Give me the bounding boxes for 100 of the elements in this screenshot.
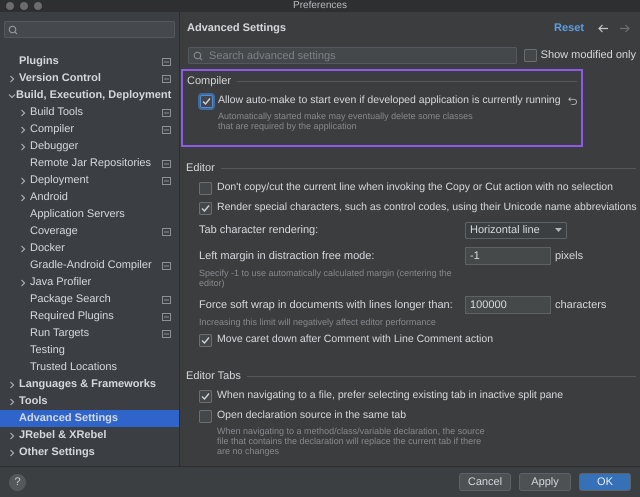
sidebar-item-label: JRebel & XRebel: [19, 428, 106, 444]
sidebar-item-label: Languages & Frameworks: [19, 377, 156, 392]
chevron-right-icon[interactable]: [19, 176, 27, 184]
dialog-button[interactable]: OK: [579, 473, 631, 491]
sidebar-item[interactable]: Run Targets: [0, 325, 179, 342]
chevron-right-icon[interactable]: [8, 380, 16, 388]
sidebar-item-label: Application Servers: [30, 207, 125, 222]
sidebar-item-label: Plugins: [19, 54, 59, 70]
sidebar-item-label: Package Search: [30, 292, 111, 308]
chevron-right-icon[interactable]: [19, 244, 27, 252]
chevron-right-icon[interactable]: [19, 108, 27, 116]
sidebar-item-label: Trusted Locations: [30, 360, 118, 376]
sidebar-item-label: Other Settings: [19, 445, 95, 460]
sidebar-item[interactable]: Required Plugins: [0, 308, 179, 325]
setting-hint: Automatically started make may eventually delete some classes that are required by the application: [218, 111, 474, 131]
sidebar-item[interactable]: Plugins: [0, 53, 179, 70]
sidebar-search-field[interactable]: [4, 21, 175, 38]
unit-label: pixels: [555, 248, 584, 264]
sidebar-item[interactable]: JRebel & XRebel: [0, 427, 179, 444]
chevron-right-icon[interactable]: [8, 432, 16, 440]
sidebar-item-label: Tools: [19, 394, 48, 410]
checkbox[interactable]: [199, 334, 212, 346]
sidebar-item-label: Run Targets: [30, 326, 90, 342]
sidebar-item-label: Remote Jar Repositories: [30, 156, 152, 172]
setting-hint: When navigating to a method/class/variable declaration, the source file that contains the declaration will replace the current tab if there are no changes: [217, 426, 486, 456]
sidebar-item[interactable]: Testing: [0, 342, 179, 359]
checkbox[interactable]: [199, 390, 212, 402]
checkbox[interactable]: [200, 94, 213, 108]
chevron-down-icon[interactable]: [8, 92, 16, 100]
chevron-right-icon[interactable]: [19, 194, 27, 202]
dropdown[interactable]: Horizontal line: [465, 222, 567, 238]
back-arrow-icon[interactable]: [598, 24, 609, 32]
search-icon: [8, 25, 19, 35]
sidebar-item[interactable]: Other Settings: [0, 444, 179, 461]
setting-label: Tab character rendering:: [199, 222, 320, 238]
window-close-button[interactable]: [6, 2, 14, 10]
sidebar-item-label: Android: [30, 190, 68, 206]
checkbox[interactable]: [199, 410, 212, 422]
settings-search-field[interactable]: Search advanced settings: [188, 47, 517, 64]
section-title: Editor: [186, 160, 215, 176]
text-field[interactable]: 100000: [465, 296, 551, 314]
sidebar-item-label: Gradle-Android Compiler: [30, 258, 152, 274]
sidebar-item[interactable]: Coverage: [0, 223, 179, 240]
text-field-value: 100000: [470, 298, 507, 313]
sidebar-item-label: Version Control: [19, 71, 101, 86]
dialog-button[interactable]: Apply: [519, 473, 571, 491]
show-modified-label: Show modified only: [540, 48, 636, 64]
sidebar-item[interactable]: Deployment: [0, 172, 179, 189]
checkmark-icon: [201, 392, 210, 400]
sidebar-item-label: Java Profiler: [30, 275, 92, 290]
setting-label: When navigating to a file, prefer selecting existing tab in inactive split pane: [217, 388, 564, 404]
setting-label: Move caret down after Comment with Line Comment action: [217, 332, 494, 348]
checkbox[interactable]: [199, 182, 212, 194]
sidebar-item[interactable]: Application Servers: [0, 206, 179, 223]
dropdown-value: Horizontal line: [470, 222, 541, 238]
checkbox[interactable]: [524, 49, 537, 62]
window-title: Preferences: [293, 0, 347, 12]
page-title: Advanced Settings: [187, 20, 288, 36]
sidebar-item-label: Build, Execution, Deployment: [16, 88, 172, 104]
chevron-right-icon[interactable]: [8, 448, 16, 456]
chevron-right-icon[interactable]: [8, 398, 16, 406]
sidebar-item[interactable]: Tools: [0, 393, 179, 410]
chevron-right-icon[interactable]: [19, 278, 27, 286]
sidebar-item[interactable]: Docker: [0, 240, 179, 257]
text-field[interactable]: -1: [465, 247, 551, 265]
section-title: Editor Tabs: [186, 368, 241, 384]
sidebar-item-label: Debugger: [30, 139, 78, 154]
sidebar-item[interactable]: Java Profiler: [0, 274, 179, 291]
sidebar-item-label: Compiler: [30, 122, 74, 138]
reset-link[interactable]: Reset: [554, 20, 584, 36]
sidebar-item[interactable]: Remote Jar Repositories: [0, 155, 179, 172]
sidebar-item[interactable]: Android: [0, 189, 179, 206]
sidebar-item[interactable]: Debugger: [0, 138, 179, 155]
sidebar-item[interactable]: Languages & Frameworks: [0, 376, 179, 393]
section-title: Compiler: [187, 74, 232, 89]
window-minimize-button[interactable]: [20, 2, 28, 10]
checkmark-icon: [201, 204, 210, 212]
sidebar-item[interactable]: Compiler: [0, 121, 179, 138]
sidebar-item[interactable]: Gradle-Android Compiler: [0, 257, 179, 274]
checkmark-icon: [202, 96, 211, 106]
window-zoom-button[interactable]: [34, 2, 42, 10]
undo-icon[interactable]: [568, 96, 577, 106]
sidebar-item[interactable]: Version Control: [0, 70, 179, 87]
unit-label: characters: [555, 298, 606, 313]
search-icon: [193, 51, 204, 61]
dialog-button[interactable]: Cancel: [459, 473, 511, 491]
setting-label: Don't copy/cut the current line when invoking the Copy or Cut action with no selection: [217, 180, 613, 196]
sidebar-item[interactable]: Advanced Settings: [0, 410, 179, 427]
sidebar-item[interactable]: Build Tools: [0, 104, 179, 121]
setting-hint: Increasing this limit will negatively affect editor performance: [199, 317, 437, 327]
chevron-right-icon[interactable]: [19, 142, 27, 150]
chevron-right-icon[interactable]: [19, 126, 27, 134]
setting-label: Force soft wrap in documents with lines longer than:: [199, 298, 454, 313]
sidebar-item-label: Coverage: [30, 224, 78, 240]
checkbox[interactable]: [199, 202, 212, 214]
sidebar-item[interactable]: Package Search: [0, 291, 179, 308]
sidebar-item[interactable]: Build, Execution, Deployment: [0, 87, 179, 104]
chevron-right-icon[interactable]: [8, 74, 16, 82]
help-button[interactable]: ?: [9, 474, 26, 490]
sidebar-item[interactable]: Trusted Locations: [0, 359, 179, 376]
